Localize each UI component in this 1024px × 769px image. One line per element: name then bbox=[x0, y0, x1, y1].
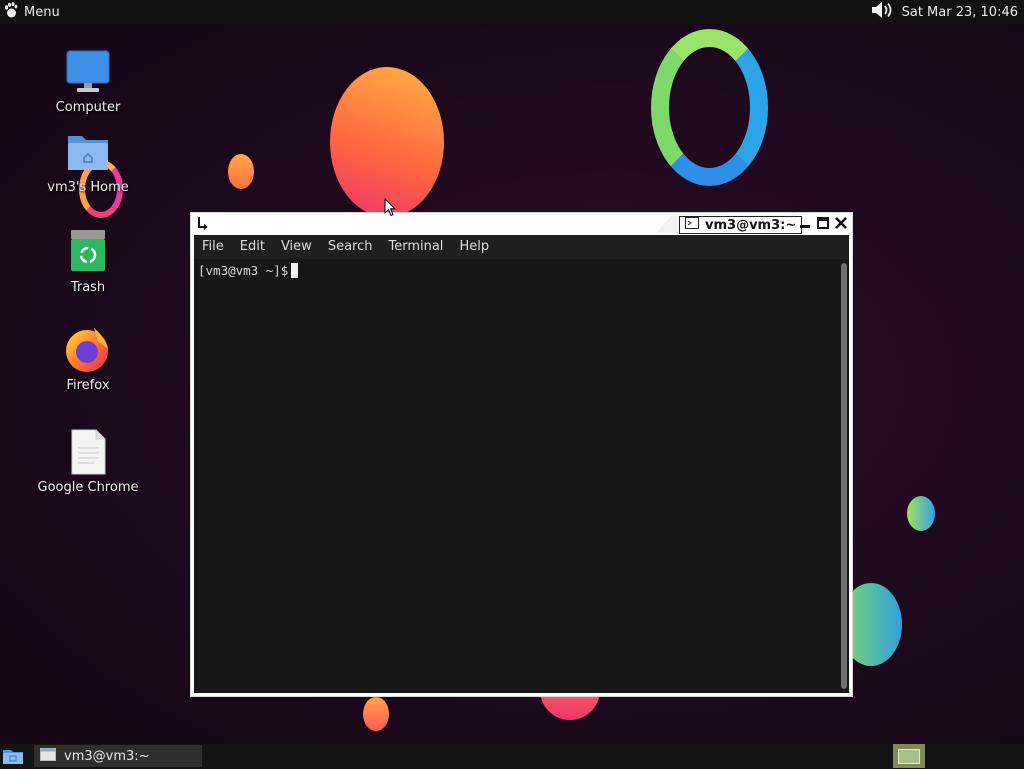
workspace-switcher-icon bbox=[898, 748, 920, 764]
volume-icon[interactable] bbox=[870, 0, 894, 24]
workspace-switcher[interactable] bbox=[893, 744, 925, 768]
applications-menu-button[interactable]: Menu bbox=[0, 0, 66, 24]
shell-prompt: [vm3@vm3 ~]$ bbox=[198, 263, 289, 278]
desktop-icon-google-chrome[interactable]: Google Chrome bbox=[33, 428, 143, 495]
terminal-content[interactable]: [vm3@vm3 ~]$ bbox=[194, 259, 849, 693]
desktop-icon-trash[interactable]: Trash bbox=[33, 228, 143, 295]
close-icon bbox=[835, 217, 847, 229]
terminal-window-icon bbox=[40, 747, 56, 765]
menu-edit[interactable]: Edit bbox=[232, 235, 273, 259]
wallpaper-green-bubble bbox=[907, 496, 935, 531]
gnome-foot-icon bbox=[4, 2, 18, 22]
wallpaper-small-orange-bubble bbox=[228, 154, 254, 189]
menu-view[interactable]: View bbox=[273, 235, 320, 259]
terminal-prompt-line: [vm3@vm3 ~]$ bbox=[198, 263, 299, 278]
window-title: vm3@vm3:~ bbox=[679, 216, 803, 234]
menu-file[interactable]: File bbox=[194, 235, 232, 259]
desktop-icon-label: Firefox bbox=[66, 378, 110, 393]
vertical-scrollbar[interactable] bbox=[841, 263, 847, 689]
document-icon bbox=[64, 428, 112, 476]
desktop-icon-label: vm3's Home bbox=[47, 180, 129, 195]
close-button[interactable] bbox=[834, 215, 848, 231]
menu-search[interactable]: Search bbox=[320, 235, 381, 259]
show-desktop-icon[interactable] bbox=[2, 747, 24, 769]
window-titlebar[interactable]: vm3@vm3:~ bbox=[191, 213, 852, 235]
maximize-icon bbox=[817, 217, 829, 229]
wallpaper-ring bbox=[651, 29, 768, 186]
minimize-button[interactable] bbox=[798, 215, 812, 231]
desktop-icon-computer[interactable]: Computer bbox=[33, 48, 143, 115]
desktop-icon-label: Computer bbox=[55, 100, 121, 115]
mouse-pointer-icon bbox=[384, 197, 397, 221]
taskbar-window-button[interactable]: vm3@vm3:~ bbox=[34, 745, 202, 767]
computer-icon bbox=[64, 48, 112, 96]
desktop-icon-label: Google Chrome bbox=[37, 480, 139, 495]
top-panel: Menu Sat Mar 23, 10:46 bbox=[0, 0, 1024, 24]
terminal-window[interactable]: vm3@vm3:~ File Edit View Search Terminal… bbox=[190, 212, 853, 697]
minimize-icon bbox=[800, 225, 810, 228]
maximize-button[interactable] bbox=[816, 215, 830, 231]
terminal-window-icon bbox=[685, 217, 699, 233]
bottom-panel: vm3@vm3:~ bbox=[0, 744, 1024, 768]
window-menu-icon[interactable] bbox=[197, 216, 209, 234]
clock[interactable]: Sat Mar 23, 10:46 bbox=[902, 5, 1018, 20]
desktop-icon-home[interactable]: vm3's Home bbox=[33, 128, 143, 195]
desktop-icon-firefox[interactable]: Firefox bbox=[33, 326, 143, 393]
taskbar-window-label: vm3@vm3:~ bbox=[64, 748, 150, 764]
terminal-menubar: File Edit View Search Terminal Help bbox=[194, 235, 849, 259]
menu-label: Menu bbox=[24, 4, 60, 20]
home-folder-icon bbox=[64, 128, 112, 176]
desktop-icon-label: Trash bbox=[70, 280, 106, 295]
window-title-text: vm3@vm3:~ bbox=[705, 217, 797, 233]
wallpaper-bottom-bubble bbox=[363, 697, 389, 731]
menu-terminal[interactable]: Terminal bbox=[380, 235, 451, 259]
system-tray: Sat Mar 23, 10:46 bbox=[870, 0, 1018, 24]
window-controls bbox=[798, 215, 848, 231]
menu-help[interactable]: Help bbox=[451, 235, 497, 259]
trash-icon bbox=[64, 228, 112, 276]
wallpaper-orange-bubble bbox=[330, 67, 444, 217]
firefox-icon bbox=[64, 326, 112, 374]
text-cursor bbox=[291, 263, 299, 278]
